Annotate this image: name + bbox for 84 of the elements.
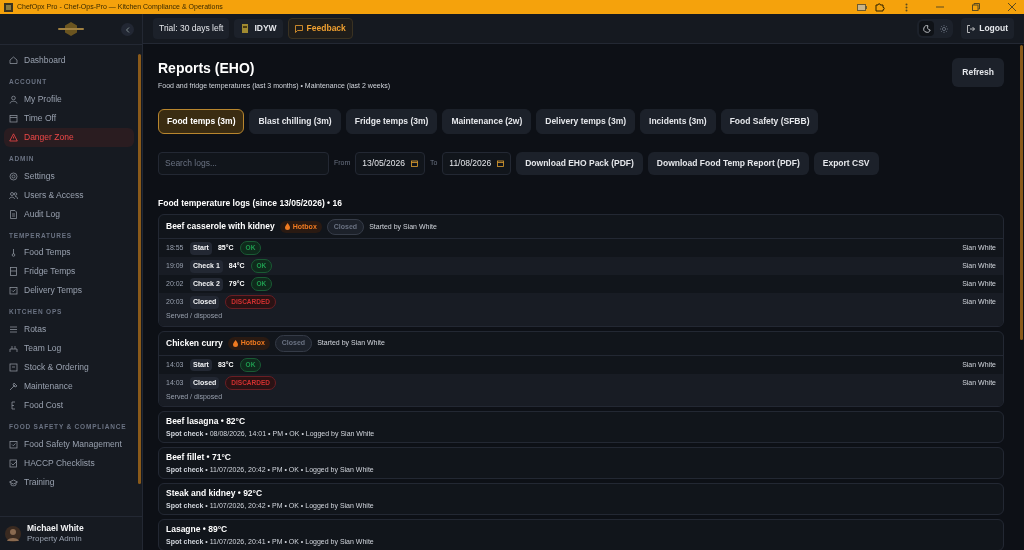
logout-button[interactable]: Logout — [961, 18, 1014, 39]
sidebar-item[interactable]: Training — [4, 472, 134, 492]
sidebar-item[interactable]: Users & Access — [4, 185, 134, 205]
moon-icon — [922, 24, 931, 33]
dark-mode-button[interactable] — [919, 21, 935, 36]
sun-icon — [939, 24, 948, 33]
document-icon — [9, 209, 18, 219]
sidebar-item[interactable]: Food Temps — [4, 243, 134, 263]
entry-title: Beef fillet • 71°C — [166, 450, 232, 464]
sidebar-item[interactable]: Food Cost — [4, 396, 134, 415]
more-icon[interactable] — [905, 2, 908, 12]
battery-icon — [857, 3, 867, 11]
logout-icon — [967, 24, 976, 33]
scrollbar[interactable] — [1020, 45, 1023, 340]
site-button[interactable]: IDYW — [234, 19, 283, 38]
feedback-button[interactable]: Feedback — [287, 18, 353, 39]
theme-toggle[interactable] — [917, 19, 954, 38]
entry-title: Steak and kidney • 92°C — [166, 486, 264, 500]
user-role: Property Admin — [27, 533, 83, 544]
action-button[interactable]: Download Food Temp Report (PDF) — [647, 151, 809, 175]
chevron-left-icon — [125, 26, 130, 33]
thermometer-icon — [9, 248, 18, 258]
sidebar-item[interactable]: Time Off — [4, 108, 134, 128]
restore-icon[interactable] — [972, 3, 980, 11]
section-heading: Food temperature logs (since 13/05/2026) • 16 — [158, 196, 343, 210]
sidebar-item[interactable]: Settings — [4, 166, 134, 186]
sidebar-item[interactable]: Fridge Temps — [4, 262, 134, 282]
sidebar-item[interactable]: Delivery Temps — [4, 281, 134, 301]
fridge-icon — [9, 267, 18, 277]
sidebar-item[interactable]: Stock & Ordering — [4, 358, 134, 377]
app-icon — [4, 2, 13, 12]
page-title: Reports (EHO) — [158, 59, 256, 78]
sidebar-item[interactable]: Team Log — [4, 339, 134, 358]
home-icon — [9, 56, 18, 65]
sidebar-item[interactable]: Food Safety Management — [4, 434, 134, 454]
pound-icon — [9, 401, 18, 410]
from-date-field[interactable]: 13/05/2026 — [355, 151, 425, 175]
wrench-icon — [9, 382, 18, 391]
action-button[interactable]: Download EHO Pack (PDF) — [516, 151, 643, 175]
action-button[interactable]: Export CSV — [813, 151, 879, 175]
user-name: Michael White — [27, 523, 84, 534]
tab[interactable]: Food Safety (SFBB) — [720, 108, 819, 134]
close-icon[interactable] — [1008, 3, 1016, 11]
site-logo-icon — [240, 23, 251, 34]
tab[interactable]: Fridge temps (3m) — [345, 108, 438, 134]
avatar — [5, 525, 21, 542]
gear-icon — [9, 171, 18, 181]
flame-icon — [284, 223, 290, 231]
puzzle-icon[interactable] — [875, 2, 885, 12]
chat-icon — [294, 24, 303, 33]
calendar-icon — [497, 159, 505, 167]
calendar-icon — [9, 113, 18, 123]
list-icon — [9, 325, 18, 334]
tab[interactable]: Incidents (3m) — [640, 108, 716, 134]
sidebar-item[interactable]: HACCP Checklists — [4, 453, 134, 473]
warning-icon — [9, 132, 18, 142]
calendar-icon — [410, 159, 418, 167]
tab[interactable]: Blast chilling (3m) — [249, 108, 341, 134]
trial-badge: Trial: 30 days left — [153, 18, 230, 39]
tab[interactable]: Delivery temps (3m) — [536, 108, 636, 134]
sidebar-item[interactable]: Dashboard — [4, 51, 134, 70]
flame-icon — [232, 339, 238, 347]
clipboard-icon — [9, 439, 18, 449]
sidebar-item[interactable]: Audit Log — [4, 204, 134, 224]
checkbox-icon — [9, 458, 18, 468]
person-icon — [9, 94, 18, 104]
to-date-field[interactable]: 11/08/2026 — [442, 151, 512, 175]
item-name: Beef casserole with kidney — [166, 220, 275, 234]
entry-title: Beef lasagna • 82°C — [166, 414, 247, 428]
entry-title: Lasagne • 89°C — [166, 522, 229, 536]
sidebar-item[interactable]: Maintenance — [4, 377, 134, 396]
collapse-button[interactable] — [121, 23, 134, 36]
search-field[interactable]: Search logs... — [158, 151, 329, 175]
logo-icon — [56, 22, 86, 36]
tab[interactable]: Maintenance (2w) — [442, 108, 532, 134]
refresh-button[interactable]: Refresh — [952, 58, 1004, 87]
scrollbar[interactable] — [138, 54, 141, 484]
sidebar-item[interactable]: Rotas — [4, 320, 134, 339]
sidebar-item[interactable]: Danger Zone — [4, 127, 134, 147]
clipboard-icon — [9, 286, 18, 296]
box-icon — [9, 363, 18, 372]
sidebar-item[interactable]: My Profile — [4, 89, 134, 109]
item-name: Chicken curry — [166, 336, 223, 350]
tab[interactable]: Food temps (3m) — [158, 108, 245, 134]
